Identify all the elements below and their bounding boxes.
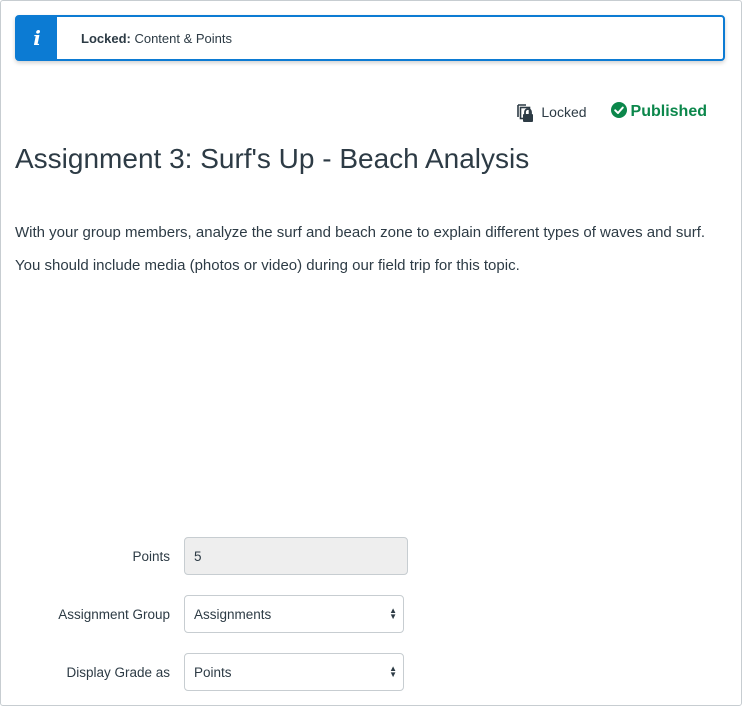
- description-paragraph: You should include media (photos or vide…: [15, 257, 520, 274]
- info-icon-glyph: i: [33, 26, 41, 50]
- display-grade-select[interactable]: Points ▲ ▼: [184, 653, 404, 691]
- points-label: Points: [132, 548, 170, 564]
- assignment-group-select[interactable]: Assignments ▲ ▼: [184, 595, 404, 633]
- display-grade-value: Points: [194, 664, 232, 680]
- info-icon: i: [17, 17, 57, 59]
- page-title: Assignment 3: Surf's Up - Beach Analysis: [15, 143, 530, 174]
- status-row: Locked Published: [513, 101, 707, 123]
- select-arrows-icon: ▲ ▼: [389, 664, 397, 679]
- display-grade-row: Display Grade as Points ▲ ▼: [1, 653, 404, 691]
- assignment-group-row: Assignment Group Assignments ▲ ▼: [1, 595, 404, 633]
- alert-label-text: Content & Points: [130, 30, 233, 46]
- locked-alert: i Locked: Content & Points: [15, 15, 725, 61]
- select-arrows-icon: ▲ ▼: [389, 606, 397, 621]
- published-status[interactable]: Published: [610, 101, 707, 123]
- assignment-group-label: Assignment Group: [58, 606, 170, 622]
- points-row: Points: [1, 537, 408, 575]
- locked-status: Locked: [513, 101, 587, 123]
- check-circle-icon: [610, 101, 627, 123]
- alert-label-bold: Locked:: [81, 30, 131, 46]
- assignment-description: With your group members, analyze the sur…: [15, 221, 715, 287]
- locked-label: Locked: [541, 104, 587, 120]
- display-grade-label: Display Grade as: [66, 664, 170, 680]
- points-input[interactable]: [184, 537, 408, 575]
- locked-copy-icon: [513, 101, 535, 123]
- published-label: Published: [630, 103, 707, 120]
- assignment-page: i Locked: Content & Points Locked Publis…: [0, 0, 742, 706]
- description-paragraph: With your group members, analyze the sur…: [15, 224, 706, 241]
- alert-message: Locked: Content & Points: [81, 31, 232, 46]
- assignment-group-value: Assignments: [194, 606, 272, 622]
